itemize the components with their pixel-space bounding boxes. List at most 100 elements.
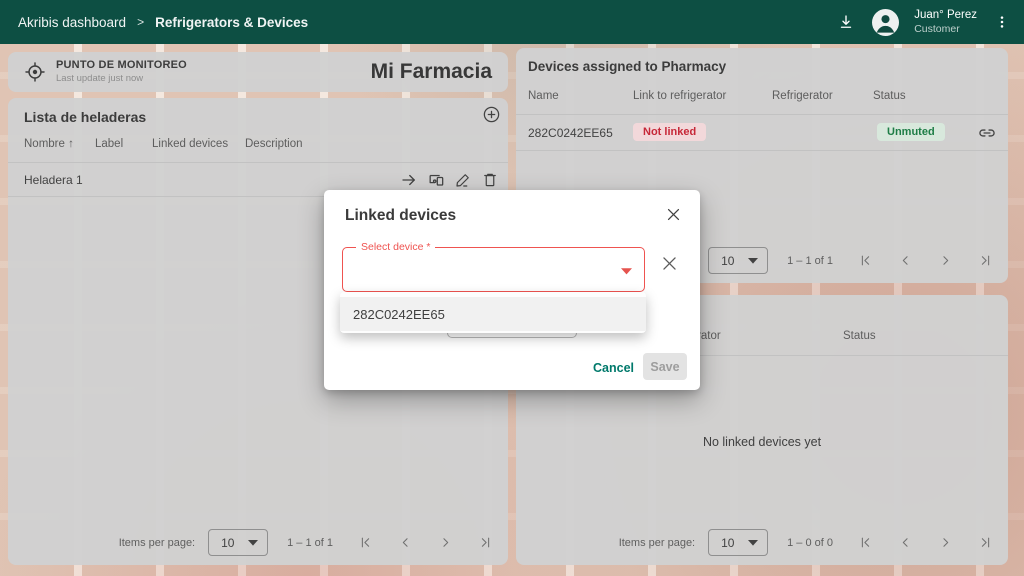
plus-circle-icon — [482, 105, 501, 124]
trash-icon — [481, 171, 499, 189]
select-device-label: Select device * — [356, 241, 435, 253]
user-name: Juan° Perez — [914, 9, 977, 23]
chevron-right-icon — [438, 535, 453, 550]
first-page-button[interactable] — [856, 251, 875, 270]
page-range: 1 – 1 of 1 — [787, 255, 833, 267]
chevron-right-icon — [938, 253, 953, 268]
sort-asc-icon: ↑ — [68, 138, 74, 150]
last-page-button[interactable] — [976, 251, 995, 270]
monitoring-point-title: PUNTO DE MONITOREO — [56, 59, 187, 73]
fridge-name: Heladera 1 — [24, 173, 83, 187]
add-fridge-button[interactable] — [480, 103, 503, 126]
column-nombre[interactable]: Nombre ↑ — [24, 138, 74, 150]
close-icon — [665, 206, 682, 223]
dialog-close-button[interactable] — [663, 204, 684, 225]
prev-page-button[interactable] — [896, 251, 915, 270]
select-device-field[interactable]: Select device * — [342, 247, 645, 292]
download-icon — [837, 13, 855, 31]
column-link-to-refrigerator: Link to refrigerator — [633, 90, 726, 102]
device-option[interactable]: 282C0242EE65 — [340, 297, 646, 331]
items-per-page-label: Items per page: — [119, 537, 195, 549]
last-update-text: Last update just now — [56, 73, 187, 85]
prev-page-button[interactable] — [396, 533, 415, 552]
pharmacy-name: Mi Farmacia — [371, 60, 492, 84]
fridge-list-title: Lista de heladeras — [24, 109, 146, 125]
link-status-badge: Not linked — [633, 123, 706, 141]
top-header: Akribis dashboard > Refrigerators & Devi… — [0, 0, 1024, 44]
device-table-row: 282C0242EE65 Not linked Unmuted — [516, 115, 1008, 150]
breadcrumb-current: Refrigerators & Devices — [155, 15, 308, 30]
column-status: Status — [873, 90, 906, 102]
clear-selection-button[interactable] — [658, 252, 681, 275]
breadcrumb: Akribis dashboard > Refrigerators & Devi… — [18, 15, 308, 30]
delete-fridge-button[interactable] — [480, 170, 500, 190]
chevron-down-icon — [748, 540, 758, 546]
next-page-button[interactable] — [436, 533, 455, 552]
more-menu-button[interactable] — [992, 11, 1012, 33]
user-role: Customer — [914, 23, 977, 36]
devices-panel-title: Devices assigned to Pharmacy — [528, 59, 726, 74]
monitoring-point-text: PUNTO DE MONITOREO Last update just now — [56, 59, 187, 85]
last-page-icon — [478, 535, 493, 550]
first-page-button[interactable] — [856, 533, 875, 552]
device-options-menu: 282C0242EE65 — [340, 292, 646, 333]
chevron-down-icon — [748, 258, 758, 264]
last-page-button[interactable] — [976, 533, 995, 552]
chevron-left-icon — [898, 535, 913, 550]
column-name: Name — [528, 90, 559, 102]
target-icon — [24, 61, 46, 83]
edit-icon — [454, 171, 472, 189]
breadcrumb-root[interactable]: Akribis dashboard — [18, 15, 126, 30]
link-device-button[interactable] — [977, 123, 997, 143]
column-refrigerator: Refrigerator — [772, 90, 833, 102]
page-size-value: 10 — [221, 536, 234, 550]
link-icon — [977, 123, 997, 143]
person-icon — [872, 9, 899, 36]
user-info[interactable]: Juan° Perez Customer — [914, 9, 977, 35]
save-button[interactable]: Save — [643, 353, 687, 380]
mute-status-badge: Unmuted — [877, 123, 945, 141]
edit-fridge-button[interactable] — [453, 170, 473, 190]
last-page-button[interactable] — [476, 533, 495, 552]
devices-icon — [427, 170, 446, 189]
cancel-button[interactable]: Cancel — [593, 361, 634, 375]
empty-state-message: No linked devices yet — [516, 435, 1008, 449]
next-page-button[interactable] — [936, 251, 955, 270]
dialog-title: Linked devices — [345, 207, 456, 225]
page-size-value: 10 — [721, 254, 734, 268]
next-page-button[interactable] — [936, 533, 955, 552]
linked-devices-button[interactable] — [426, 170, 446, 190]
go-to-fridge-button[interactable] — [399, 170, 419, 190]
column-status: Status — [843, 330, 876, 342]
first-page-icon — [858, 253, 873, 268]
header-actions: Juan° Perez Customer — [835, 9, 1012, 36]
divider — [516, 150, 1008, 151]
linked-devices-dialog: Linked devices Select device * 282C0242E… — [324, 190, 700, 390]
breadcrumb-separator: > — [137, 15, 144, 29]
select-device-input[interactable] — [355, 256, 605, 282]
page-range: 1 – 0 of 0 — [787, 537, 833, 549]
column-label: Label — [95, 138, 123, 150]
chevron-left-icon — [398, 535, 413, 550]
first-page-icon — [858, 535, 873, 550]
monitoring-point-bar: PUNTO DE MONITOREO Last update just now … — [8, 52, 508, 92]
arrow-right-icon — [400, 171, 418, 189]
first-page-button[interactable] — [356, 533, 375, 552]
first-page-icon — [358, 535, 373, 550]
page-size-select[interactable]: 10 — [708, 247, 768, 274]
download-button[interactable] — [835, 11, 857, 33]
pagination-nav — [356, 533, 495, 552]
pagination-nav — [856, 251, 995, 270]
chevron-left-icon — [898, 253, 913, 268]
prev-page-button[interactable] — [896, 533, 915, 552]
column-description: Description — [245, 138, 303, 150]
page-size-select[interactable]: 10 — [708, 529, 768, 556]
page-size-select[interactable]: 10 — [208, 529, 268, 556]
chevron-right-icon — [938, 535, 953, 550]
last-page-icon — [978, 253, 993, 268]
avatar[interactable] — [872, 9, 899, 36]
linked-pagination: Items per page: 10 1 – 0 of 0 — [619, 529, 995, 556]
select-caret-icon — [621, 268, 632, 275]
row-actions — [399, 170, 500, 190]
fridge-pagination: Items per page: 10 1 – 1 of 1 — [119, 529, 495, 556]
